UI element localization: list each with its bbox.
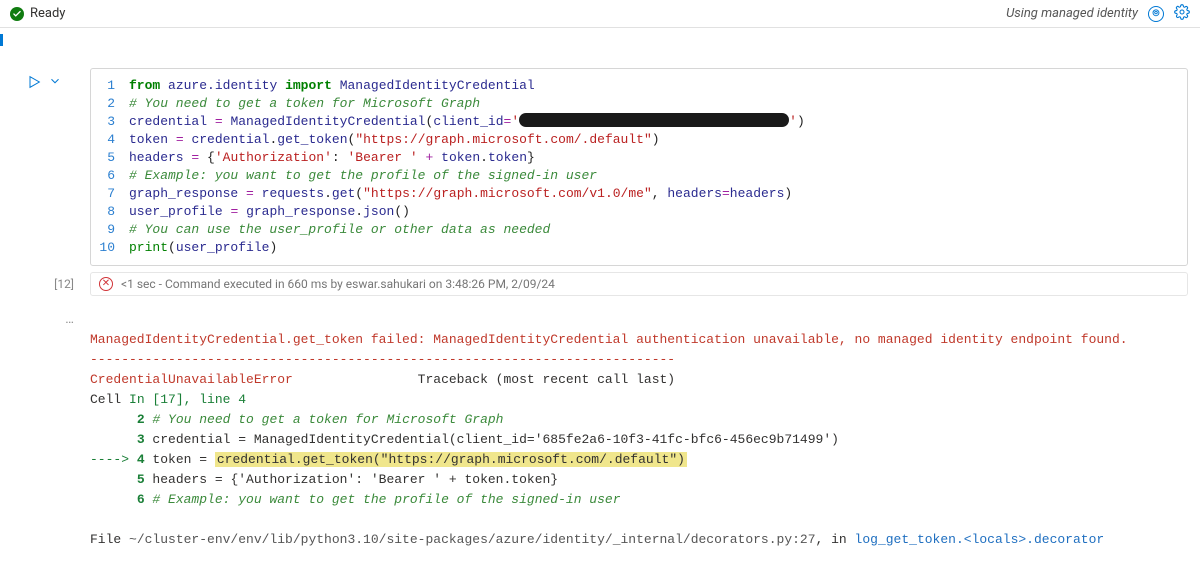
line-number: 6 <box>91 167 129 185</box>
line-number: 5 <box>91 149 129 167</box>
tb-line-2: # You need to get a token for Microsoft … <box>145 412 504 427</box>
run-dropdown-icon[interactable] <box>48 74 62 92</box>
line-number: 8 <box>91 203 129 221</box>
error-message: ManagedIdentityCredential.get_token fail… <box>90 332 1128 347</box>
line-number: 10 <box>91 239 129 257</box>
tb-line-4-pre: token = <box>145 452 215 467</box>
code-line[interactable]: 1from azure.identity import ManagedIdent… <box>91 77 1187 95</box>
tb-line-6: # Example: you want to get the profile o… <box>145 492 621 507</box>
code-line[interactable]: 5headers = {'Authorization': 'Bearer ' +… <box>91 149 1187 167</box>
traceback-hr: ----------------------------------------… <box>90 352 675 367</box>
execution-status-bar: ✕ <1 sec - Command executed in 660 ms by… <box>90 272 1188 296</box>
tb-file-func: log_get_token.<locals>.decorator <box>855 532 1105 547</box>
tb-file-path: ~/cluster-env/env/lib/python3.10/site-pa… <box>129 532 816 547</box>
settings-gear-icon[interactable] <box>1174 4 1190 24</box>
tb-line-4-num: 4 <box>137 452 145 467</box>
status-bar: Ready Using managed identity ⦾ <box>0 0 1200 28</box>
code-line[interactable]: 4token = credential.get_token("https://g… <box>91 131 1187 149</box>
code-cell[interactable]: 1from azure.identity import ManagedIdent… <box>90 68 1188 266</box>
left-indicator <box>0 34 3 46</box>
exec-detail: - Command executed in 660 ms by eswar.sa… <box>156 277 555 291</box>
output-body: ManagedIdentityCredential.get_token fail… <box>90 310 1188 570</box>
traceback-label: Traceback (most recent call last) <box>293 372 675 387</box>
tb-file-mid: , in <box>816 532 855 547</box>
tb-line-3: credential = ManagedIdentityCredential(c… <box>145 432 839 447</box>
tb-cell-label: Cell <box>90 392 129 407</box>
identity-circle-icon[interactable]: ⦾ <box>1148 6 1164 22</box>
line-number: 2 <box>91 95 129 113</box>
code-line[interactable]: 8user_profile = graph_response.json() <box>91 203 1187 221</box>
exec-time: <1 sec <box>121 277 156 291</box>
line-number: 7 <box>91 185 129 203</box>
tb-file-pre: File <box>90 532 129 547</box>
error-icon: ✕ <box>99 277 113 291</box>
line-number: 4 <box>91 131 129 149</box>
tb-line-5: headers = {'Authorization': 'Bearer ' + … <box>145 472 558 487</box>
status-text: Ready <box>30 6 65 21</box>
code-line[interactable]: 2# You need to get a token for Microsoft… <box>91 95 1187 113</box>
identity-label: Using managed identity <box>1006 6 1138 21</box>
tb-arrow: ----> <box>90 452 137 467</box>
ready-status-icon <box>10 7 24 21</box>
run-cell-icon[interactable] <box>26 74 42 94</box>
tb-line-6-num: 6 <box>137 492 145 507</box>
error-name: CredentialUnavailableError <box>90 372 293 387</box>
code-line[interactable]: 6# Example: you want to get the profile … <box>91 167 1187 185</box>
exec-count: [12] <box>20 277 90 291</box>
line-number: 9 <box>91 221 129 239</box>
line-number: 3 <box>91 113 129 131</box>
tb-line-3-num: 3 <box>137 432 145 447</box>
redacted-client-id <box>519 113 789 127</box>
line-number: 1 <box>91 77 129 95</box>
code-line[interactable]: 3credential = ManagedIdentityCredential(… <box>91 113 1187 131</box>
tb-line-2-num: 2 <box>137 412 145 427</box>
code-line[interactable]: 10print(user_profile) <box>91 239 1187 257</box>
tb-line-4-highlight: credential.get_token("https://graph.micr… <box>215 452 687 467</box>
tb-line-5-num: 5 <box>137 472 145 487</box>
output-gutter: … <box>20 310 90 570</box>
code-line[interactable]: 7graph_response = requests.get("https://… <box>91 185 1187 203</box>
tb-cell-ref: In [17], line 4 <box>129 392 246 407</box>
code-line[interactable]: 9# You can use the user_profile or other… <box>91 221 1187 239</box>
